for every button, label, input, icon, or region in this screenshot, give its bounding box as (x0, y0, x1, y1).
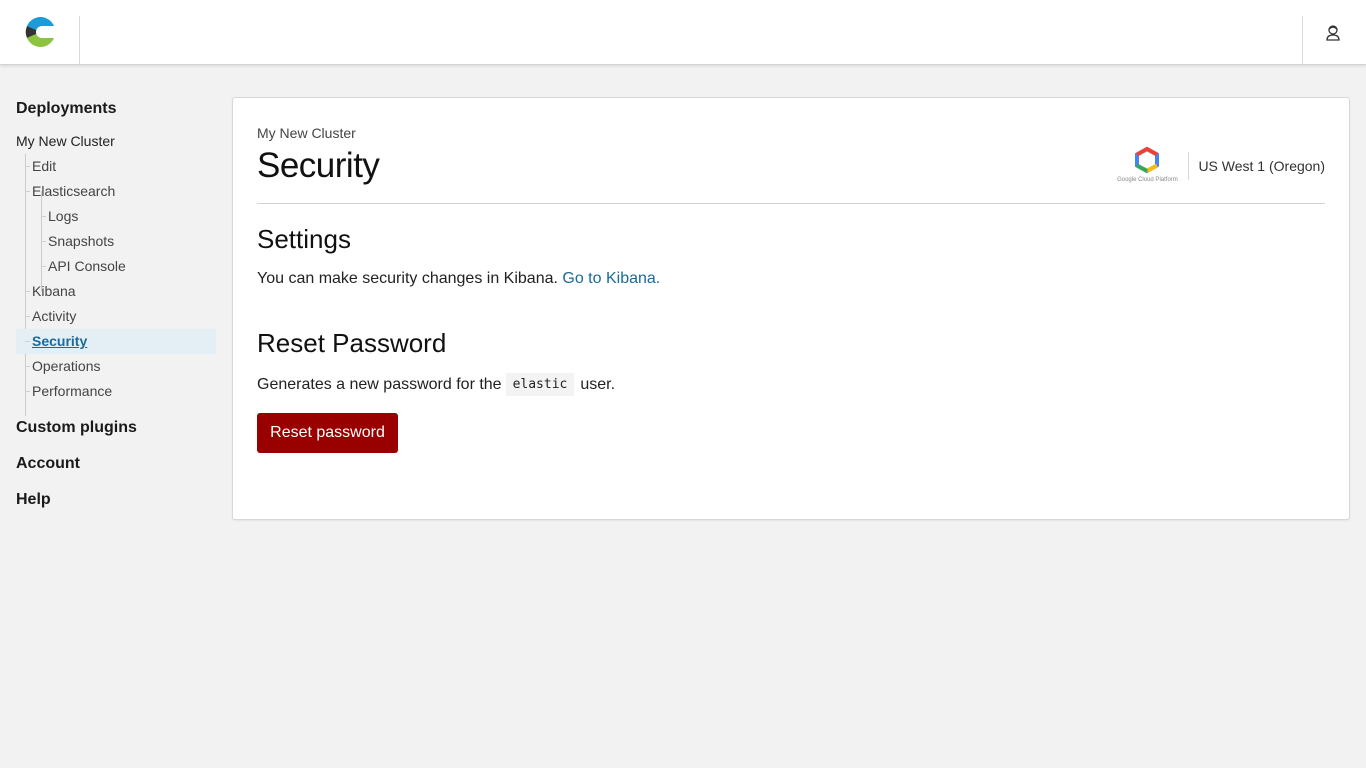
sidebar-account-link[interactable]: Account (16, 446, 216, 482)
provider-region: Google Cloud Platform US West 1 (Oregon) (1114, 146, 1325, 186)
page-title: Security (257, 146, 380, 185)
sidebar-item-api-console[interactable]: API Console (16, 254, 216, 279)
provider-divider (1188, 152, 1190, 180)
sidebar-cluster-tree: Edit Elasticsearch Logs Snapshots API Co… (16, 154, 216, 416)
title-divider (257, 203, 1325, 204)
settings-heading: Settings (257, 224, 351, 254)
reset-password-heading: Reset Password (257, 328, 447, 358)
sidebar-item-operations[interactable]: Operations (16, 354, 216, 379)
elastic-user-code: elastic (505, 373, 575, 396)
sidebar-item-elasticsearch[interactable]: Elasticsearch (16, 179, 216, 204)
provider-logo-caption: Google Cloud Platform (1117, 177, 1178, 183)
sidebar-item-label: API Console (48, 258, 126, 274)
sidebar-item-logs[interactable]: Logs (16, 204, 216, 229)
sidebar-help-link[interactable]: Help (16, 482, 216, 518)
sidebar-item-kibana[interactable]: Kibana (16, 279, 216, 304)
settings-description: You can make security changes in Kibana.… (257, 270, 660, 288)
sidebar-item-label: Kibana (32, 283, 76, 299)
sidebar-item-edit[interactable]: Edit (16, 154, 216, 179)
user-icon[interactable] (1324, 24, 1342, 42)
sidebar-item-label: Security (32, 333, 88, 349)
google-cloud-platform-logo-icon: Google Cloud Platform (1114, 146, 1180, 186)
sidebar-cluster-link[interactable]: My New Cluster (16, 129, 216, 154)
sidebar-item-label: Edit (32, 158, 57, 174)
security-panel: My New Cluster Security Google Cloud Pla… (232, 97, 1350, 520)
sidebar-item-performance[interactable]: Performance (16, 379, 216, 404)
sidebar-deployments-link[interactable]: Deployments (16, 96, 216, 122)
sidebar-item-label: Activity (32, 308, 77, 324)
breadcrumb[interactable]: My New Cluster (257, 125, 356, 141)
sidebar-item-label: Performance (32, 383, 113, 399)
sidebar-item-label: Logs (48, 208, 79, 224)
reset-password-button[interactable]: Reset password (257, 413, 398, 453)
sidebar-item-label: Elasticsearch (32, 183, 116, 199)
sidebar-nav: Deployments My New Cluster Edit Elastics… (16, 96, 216, 518)
top-header (0, 0, 1366, 65)
reset-password-description: Generates a new password for the elastic… (257, 373, 615, 396)
sidebar-item-security[interactable]: Security (16, 329, 216, 354)
region-label: US West 1 (Oregon) (1198, 158, 1325, 174)
header-divider (1302, 16, 1303, 64)
sidebar-custom-plugins-link[interactable]: Custom plugins (16, 410, 216, 446)
elastic-cloud-logo-icon[interactable] (25, 16, 55, 48)
sidebar-item-label: Operations (32, 358, 101, 374)
settings-text: You can make security changes in Kibana. (257, 270, 558, 287)
sidebar-item-activity[interactable]: Activity (16, 304, 216, 329)
reset-text-before: Generates a new password for the (257, 375, 502, 393)
reset-text-after: user. (580, 375, 616, 393)
go-to-kibana-link[interactable]: Go to Kibana. (562, 270, 660, 287)
sidebar-item-label: Snapshots (48, 233, 115, 249)
sidebar-item-snapshots[interactable]: Snapshots (16, 229, 216, 254)
header-divider (79, 16, 80, 64)
